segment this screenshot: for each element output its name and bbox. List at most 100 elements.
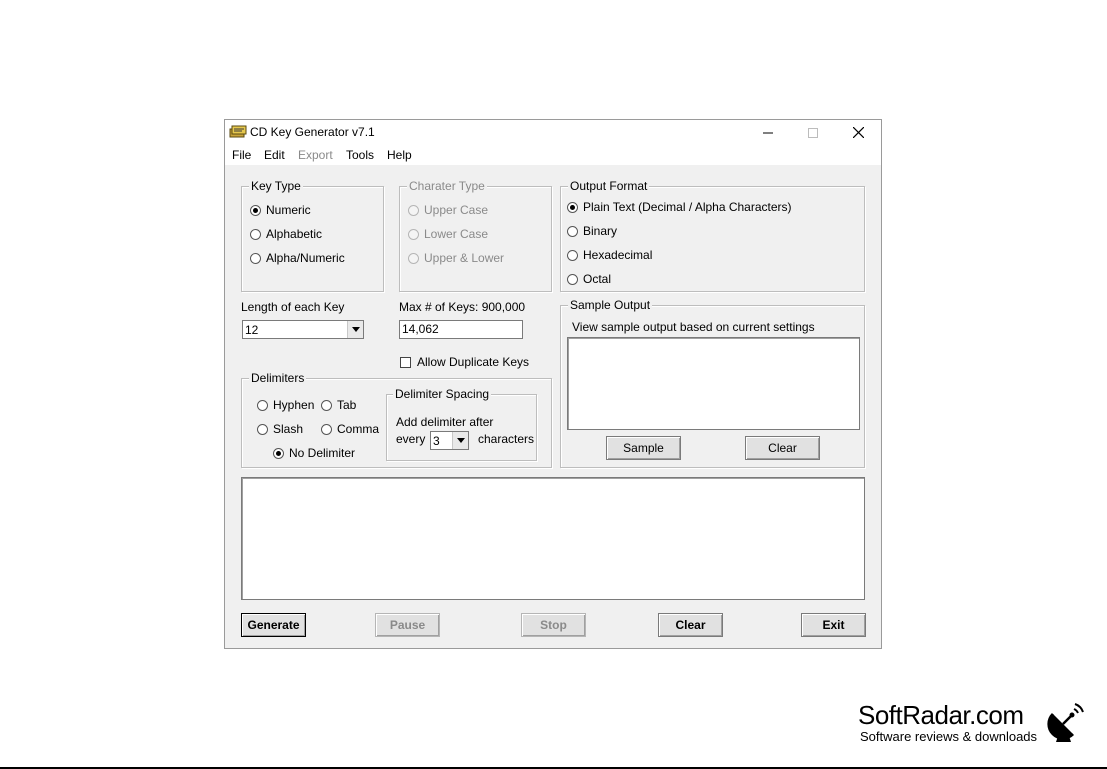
menu-bar: File Edit Export Tools Help <box>225 145 881 165</box>
radio-hyphen[interactable]: Hyphen <box>257 398 314 412</box>
radio-dot-icon <box>250 252 261 264</box>
radio-dot-checked-icon <box>567 201 578 213</box>
key-type-legend: Key Type <box>249 179 303 193</box>
allow-duplicates-checkbox[interactable]: Allow Duplicate Keys <box>400 355 529 369</box>
delimiter-spacing-value: 3 <box>433 433 440 448</box>
delimiter-spacing-legend: Delimiter Spacing <box>393 387 492 401</box>
radio-dot-icon <box>567 273 578 285</box>
radio-dot-icon <box>321 399 332 411</box>
radio-tab[interactable]: Tab <box>321 398 356 412</box>
window-title: CD Key Generator v7.1 <box>250 125 375 139</box>
allow-duplicates-label: Allow Duplicate Keys <box>417 355 530 369</box>
brand-name: SoftRadar.com <box>858 700 1024 730</box>
radio-label: Plain Text (Decimal / Alpha Characters) <box>583 200 792 214</box>
radio-lower-case[interactable]: Lower Case <box>408 227 488 241</box>
minimize-icon <box>762 132 773 133</box>
max-keys-input[interactable]: 14,062 <box>399 320 523 339</box>
delimiters-group: Delimiters Hyphen Tab Slash Comma No Del… <box>241 371 552 468</box>
sample-output-group: Sample Output View sample output based o… <box>560 298 865 468</box>
sample-output-box[interactable] <box>567 337 860 430</box>
clear-button[interactable]: Clear <box>658 613 723 637</box>
menu-help[interactable]: Help <box>387 148 412 162</box>
radio-label: No Delimiter <box>289 446 356 460</box>
satellite-dish-icon <box>1047 703 1084 742</box>
stop-button[interactable]: Stop <box>521 613 586 637</box>
delimiter-spacing-group: Delimiter Spacing Add delimiter after ev… <box>386 387 537 461</box>
minimize-button[interactable] <box>745 120 790 145</box>
radio-label: Hexadecimal <box>583 248 653 262</box>
radio-dot-icon <box>408 228 419 240</box>
close-button[interactable] <box>836 120 881 145</box>
delimiter-spacing-select[interactable]: 3 <box>430 431 469 450</box>
length-label: Length of each Key <box>241 300 345 314</box>
radio-label: Lower Case <box>424 227 489 241</box>
radio-numeric[interactable]: Numeric <box>250 203 311 217</box>
chevron-down-icon <box>452 432 468 449</box>
maximize-button[interactable] <box>790 120 835 145</box>
radio-hexadecimal[interactable]: Hexadecimal <box>567 248 652 262</box>
close-icon <box>853 127 864 138</box>
radio-upper-case[interactable]: Upper Case <box>408 203 488 217</box>
radio-dot-icon <box>257 423 268 435</box>
sample-clear-button[interactable]: Clear <box>745 436 820 460</box>
radio-dot-icon <box>250 228 261 240</box>
radio-binary[interactable]: Binary <box>567 224 617 238</box>
title-bar[interactable]: CD Key Generator v7.1 <box>225 120 881 145</box>
pause-button[interactable]: Pause <box>375 613 440 637</box>
radio-label: Alpha/Numeric <box>266 251 345 265</box>
menu-export[interactable]: Export <box>298 148 333 162</box>
radio-dot-icon <box>567 225 578 237</box>
radio-label: Comma <box>337 422 380 436</box>
output-format-group: Output Format Plain Text (Decimal / Alph… <box>560 179 865 292</box>
radio-label: Alphabetic <box>266 227 323 241</box>
radio-plain-text[interactable]: Plain Text (Decimal / Alpha Characters) <box>567 200 792 214</box>
length-value: 12 <box>245 322 259 337</box>
radio-octal[interactable]: Octal <box>567 272 611 286</box>
radio-dot-icon <box>567 249 578 261</box>
app-icon <box>229 125 247 138</box>
checkbox-icon <box>400 356 411 368</box>
radio-no-delimiter[interactable]: No Delimiter <box>273 446 355 460</box>
radio-comma[interactable]: Comma <box>321 422 379 436</box>
delimiters-legend: Delimiters <box>249 371 307 385</box>
character-type-group: Charater Type Upper Case Lower Case Uppe… <box>399 179 552 292</box>
character-type-legend: Charater Type <box>407 179 487 193</box>
max-keys-label: Max # of Keys: 900,000 <box>399 300 526 314</box>
exit-button[interactable]: Exit <box>801 613 866 637</box>
app-window: CD Key Generator v7.1 File Edit Export T… <box>224 119 882 649</box>
radio-dot-icon <box>321 423 332 435</box>
radio-label: Slash <box>273 422 304 436</box>
menu-edit[interactable]: Edit <box>264 148 285 162</box>
radio-upper-lower[interactable]: Upper & Lower <box>408 251 504 265</box>
sample-button[interactable]: Sample <box>606 436 681 460</box>
add-delimiter-label: Add delimiter after <box>396 415 494 429</box>
radio-slash[interactable]: Slash <box>257 422 303 436</box>
output-format-legend: Output Format <box>568 179 650 193</box>
brand-tagline: Software reviews & downloads <box>860 729 1038 744</box>
radio-label: Tab <box>337 398 357 412</box>
sample-output-description: View sample output based on current sett… <box>572 320 815 334</box>
every-label: every <box>396 432 426 446</box>
radio-dot-checked-icon <box>250 204 261 216</box>
menu-tools[interactable]: Tools <box>346 148 374 162</box>
radio-dot-icon <box>408 252 419 264</box>
radio-dot-icon <box>408 204 419 216</box>
radio-label: Upper & Lower <box>424 251 505 265</box>
generate-button[interactable]: Generate <box>241 613 306 637</box>
length-select[interactable]: 12 <box>242 320 364 339</box>
radio-label: Hyphen <box>273 398 315 412</box>
menu-file[interactable]: File <box>232 148 251 162</box>
radio-label: Upper Case <box>424 203 489 217</box>
chevron-down-icon <box>347 321 363 338</box>
key-type-group: Key Type Numeric Alphabetic Alpha/Numeri… <box>241 179 384 292</box>
softradar-watermark: SoftRadar.com Software reviews & downloa… <box>858 700 1037 744</box>
radio-dot-icon <box>257 399 268 411</box>
radio-alpha-numeric[interactable]: Alpha/Numeric <box>250 251 345 265</box>
radio-label: Numeric <box>266 203 311 217</box>
output-textarea[interactable] <box>241 477 865 600</box>
sample-output-legend: Sample Output <box>568 298 653 312</box>
characters-label: characters <box>478 432 535 446</box>
radio-label: Binary <box>583 224 618 238</box>
maximize-icon <box>807 127 818 138</box>
radio-alphabetic[interactable]: Alphabetic <box>250 227 322 241</box>
